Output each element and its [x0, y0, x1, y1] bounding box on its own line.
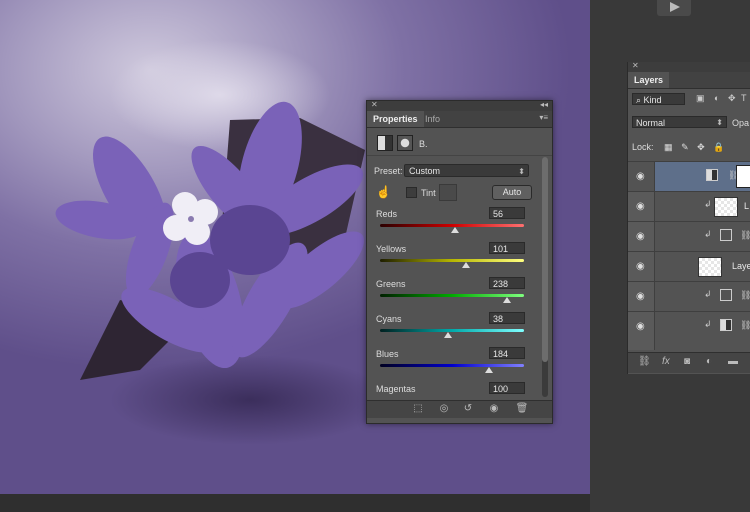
lock-label: Lock:	[632, 142, 654, 152]
tab-info[interactable]: Info	[419, 111, 446, 127]
slider-label-cyans: Cyans	[376, 314, 402, 324]
slider-track-blues[interactable]	[380, 364, 524, 367]
slider-value-greens[interactable]: 238	[489, 277, 525, 289]
targeted-adjust-icon[interactable]: ☝	[376, 185, 391, 199]
auto-button[interactable]: Auto	[492, 185, 532, 200]
slider-thumb-blues[interactable]	[485, 367, 494, 373]
layer-thumbnail	[714, 197, 738, 217]
link-icon: ⛓	[740, 290, 750, 300]
adjustment-layer-icon	[706, 169, 718, 181]
kind-label: Kind	[643, 95, 662, 105]
slider-label-yellows: Yellows	[376, 244, 407, 254]
lock-all-icon[interactable]: 🔒	[713, 142, 724, 152]
layer-row[interactable]: ◉ ⛓	[628, 161, 750, 191]
eye-icon[interactable]: ◉	[636, 321, 645, 332]
collapse-icon[interactable]: ◂◂	[540, 100, 548, 109]
lock-pixels-icon[interactable]: ✎	[681, 142, 689, 152]
slider-thumb-reds[interactable]	[450, 227, 459, 233]
eye-icon[interactable]: ◉	[636, 231, 645, 242]
adjustment-layer-icon	[720, 319, 732, 331]
slider-track-cyans[interactable]	[380, 329, 524, 332]
layer-name: Layer	[732, 261, 750, 271]
layers-panel: ✕ Layers ⌕ Kind ▣ ◐ ✥ T Normal Opa Lock:…	[627, 61, 750, 374]
mask-icon[interactable]	[397, 135, 413, 151]
clip-arrow-icon: ↲	[704, 199, 712, 209]
close-icon[interactable]: ✕	[632, 61, 639, 70]
reset-icon[interactable]: ↺	[459, 403, 477, 414]
search-icon: ⌕	[636, 95, 644, 105]
type-filter-icon[interactable]: T	[741, 93, 747, 103]
eye-icon[interactable]: ◉	[636, 261, 645, 272]
link-icon: ⛓	[740, 320, 750, 330]
eye-icon[interactable]: ◉	[636, 291, 645, 302]
adjustment-label: B.	[419, 139, 428, 149]
new-adjustment-icon[interactable]: ◐	[706, 356, 712, 367]
slider-thumb-greens[interactable]	[502, 297, 511, 303]
layer-thumbnail	[698, 257, 722, 277]
layer-row[interactable]: ◉ Layer	[628, 251, 750, 281]
clip-arrow-icon: ↲	[704, 319, 712, 329]
eye-icon[interactable]: ◉	[636, 201, 645, 212]
kind-filter-select[interactable]: ⌕ Kind	[632, 93, 685, 105]
curves-icon	[720, 229, 732, 241]
blend-mode-select[interactable]: Normal	[632, 116, 727, 129]
slider-value-reds[interactable]: 56	[489, 207, 525, 219]
preset-select[interactable]: Custom	[404, 164, 529, 178]
properties-scrollbar[interactable]	[542, 157, 548, 397]
fx-icon[interactable]: fx	[662, 356, 670, 367]
visibility-icon[interactable]: ◉	[485, 403, 503, 414]
curves-icon	[720, 289, 732, 301]
clip-arrow-icon: ↲	[704, 229, 712, 239]
clip-to-layer-icon[interactable]: ⬚	[409, 403, 427, 414]
slider-thumb-cyans[interactable]	[443, 332, 452, 338]
slider-label-magentas: Magentas	[376, 384, 416, 394]
panel-menu-icon[interactable]: ▾≡	[539, 113, 548, 122]
layer-name: L	[744, 201, 750, 211]
slider-label-greens: Greens	[376, 279, 406, 289]
view-previous-icon[interactable]: ◎	[435, 403, 453, 414]
slider-value-cyans[interactable]: 38	[489, 312, 525, 324]
adjustment-icon[interactable]	[377, 135, 393, 151]
slider-value-blues[interactable]: 184	[489, 347, 525, 359]
new-group-icon[interactable]: ▬	[728, 356, 738, 367]
tint-checkbox[interactable]	[406, 187, 417, 198]
slider-value-yellows[interactable]: 101	[489, 242, 525, 254]
layer-row[interactable]: ◉ ↲ ⛓	[628, 281, 750, 311]
tab-layers[interactable]: Layers	[628, 72, 670, 88]
slider-label-blues: Blues	[376, 349, 399, 359]
add-mask-icon[interactable]: ◙	[684, 356, 690, 367]
lock-transparency-icon[interactable]: ▦	[664, 142, 673, 152]
mask-thumbnail[interactable]	[736, 165, 750, 188]
close-icon[interactable]: ✕	[371, 100, 378, 109]
eye-icon[interactable]: ◉	[636, 171, 645, 182]
tint-label: Tint	[421, 188, 436, 198]
tint-color-swatch[interactable]	[439, 184, 457, 201]
image-filter-icon[interactable]: ▣	[696, 93, 705, 104]
canvas-bottom-bar	[0, 494, 590, 512]
opacity-label: Opa	[732, 118, 750, 128]
clip-arrow-icon: ↲	[704, 289, 712, 299]
link-layers-icon[interactable]: ⛓	[638, 356, 651, 367]
play-icon[interactable]	[657, 0, 691, 16]
slider-value-magentas[interactable]: 100	[489, 382, 525, 394]
trash-icon[interactable]: 🗑	[513, 403, 531, 414]
lock-position-icon[interactable]: ✥	[697, 142, 705, 152]
move-icon[interactable]: ✥	[728, 93, 736, 104]
slider-thumb-yellows[interactable]	[462, 262, 471, 268]
link-icon: ⛓	[740, 230, 750, 240]
slider-track-yellows[interactable]	[380, 259, 524, 262]
layer-row[interactable]: ◉ ↲ L	[628, 191, 750, 221]
tab-properties[interactable]: Properties	[367, 111, 424, 127]
preset-label: Preset:	[374, 166, 403, 176]
layer-row[interactable]: ◉ ↲ ⛓	[628, 311, 750, 350]
adjustment-filter-icon[interactable]: ◐	[714, 93, 719, 103]
properties-panel: ✕ ◂◂ Properties Info ▾≡ B. Preset: Custom…	[366, 100, 553, 424]
slider-label-reds: Reds	[376, 209, 398, 219]
layer-row[interactable]: ◉ ↲ ⛓	[628, 221, 750, 251]
